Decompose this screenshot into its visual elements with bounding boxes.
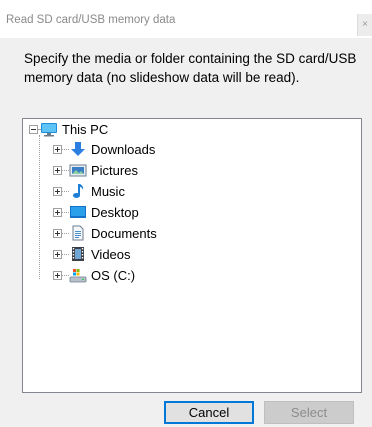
videos-icon (72, 247, 84, 261)
tree-node-label: Documents (91, 225, 157, 241)
tree-node-downloads[interactable]: Downloads (53, 139, 155, 159)
this-pc-icon (41, 123, 57, 137)
folder-tree[interactable]: This PC Downloads Pictures Music Desktop… (22, 118, 362, 393)
close-button[interactable]: × (357, 14, 372, 36)
downloads-icon (71, 142, 85, 156)
button-row: Cancel Select (0, 401, 372, 425)
pictures-icon (69, 164, 87, 177)
tree-node-label: This PC (62, 121, 109, 137)
tree-node-label: Music (91, 183, 125, 199)
dialog-body: Specify the media or folder containing t… (0, 38, 372, 427)
tree-node-label: OS (C:) (91, 267, 136, 283)
cancel-button[interactable]: Cancel (164, 401, 254, 424)
tree-node-pictures[interactable]: Pictures (53, 160, 138, 180)
instruction-text: Specify the media or folder containing t… (24, 51, 357, 85)
expand-toggle[interactable] (53, 165, 62, 175)
documents-icon (72, 225, 84, 241)
tree-node-label: Pictures (91, 162, 138, 178)
title-bar: Read SD card/USB memory data × (0, 0, 372, 38)
expand-toggle[interactable] (53, 228, 62, 238)
collapse-toggle[interactable] (29, 124, 38, 134)
tree-node-documents[interactable]: Documents (53, 223, 157, 243)
expand-toggle[interactable] (53, 207, 62, 217)
expand-toggle[interactable] (53, 270, 62, 280)
drive-icon (69, 269, 87, 283)
tree-node-music[interactable]: Music (53, 181, 125, 201)
close-icon: × (362, 19, 368, 30)
tree-connector-line (39, 135, 40, 279)
tree-node-label: Downloads (91, 141, 156, 157)
desktop-icon (70, 206, 86, 218)
music-icon (73, 184, 84, 198)
expand-toggle[interactable] (53, 144, 62, 154)
select-button[interactable]: Select (264, 401, 354, 424)
expand-toggle[interactable] (53, 249, 62, 259)
expand-toggle[interactable] (53, 186, 62, 196)
window-title: Read SD card/USB memory data (6, 14, 176, 26)
tree-node-label: Videos (91, 246, 131, 262)
tree-node-os-c[interactable]: OS (C:) (53, 265, 135, 285)
tree-node-videos[interactable]: Videos (53, 244, 131, 264)
tree-node-this-pc[interactable]: This PC (29, 119, 108, 139)
tree-node-label: Desktop (91, 204, 139, 220)
tree-node-desktop[interactable]: Desktop (53, 202, 139, 222)
